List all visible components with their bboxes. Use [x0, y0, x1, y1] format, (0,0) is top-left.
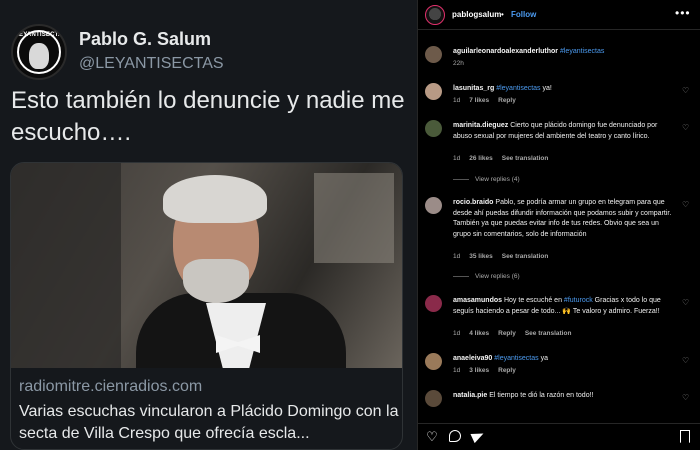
comment-username[interactable]: rocio.braido — [453, 199, 493, 206]
commenter-avatar[interactable] — [425, 197, 442, 214]
comment-time: 1d — [453, 330, 461, 337]
comment-username[interactable]: amasamundos — [453, 297, 502, 304]
commenter-avatar[interactable] — [425, 83, 442, 100]
comment-body: marinita.dieguez Cierto que plácido domi… — [453, 121, 673, 142]
comment-time: 1d — [453, 155, 461, 162]
avatar-face — [29, 43, 49, 69]
tweet-avatar[interactable]: LEYANTISECTAS — [11, 24, 67, 80]
comment-meta: 1d 3 likes Reply — [453, 367, 525, 374]
comment-username[interactable]: marinita.dieguez — [453, 122, 508, 129]
post-header: pablogsalum • Follow ••• — [418, 0, 700, 30]
commenter-avatar[interactable] — [425, 390, 442, 407]
bookmark-icon[interactable] — [678, 430, 692, 444]
comment-username[interactable]: lasunitas_rg — [453, 85, 494, 92]
comment-text: ya! — [542, 85, 552, 92]
commenter-avatar[interactable] — [425, 295, 442, 312]
commenter-avatar[interactable] — [425, 46, 442, 63]
instagram-panel: pablogsalum • Follow ••• aguilarleonardo… — [417, 0, 700, 450]
send-icon[interactable] — [470, 428, 486, 444]
link-card-photo — [11, 163, 402, 368]
comment-meta: 1d 4 likes Reply See translation — [453, 330, 580, 337]
link-card[interactable]: radiomitre.cienradios.com Varias escucha… — [10, 162, 403, 450]
header-avatar[interactable] — [425, 5, 445, 25]
comment-time: 1d — [453, 253, 461, 260]
view-replies-button[interactable]: View replies (4) — [475, 176, 520, 183]
comment-username[interactable]: aguilarleonardoalexanderluthor — [453, 48, 558, 55]
reply-button[interactable]: Reply — [498, 330, 516, 337]
comment-meta: 1d 7 likes Reply — [453, 97, 525, 104]
comment-time: 1d — [453, 97, 461, 104]
see-translation-button[interactable]: See translation — [502, 155, 549, 162]
heart-outline-icon[interactable]: ♡ — [425, 430, 439, 444]
comment-like-heart-icon[interactable]: ♡ — [682, 86, 691, 95]
comment-body: amasamundos Hoy te escuché en #futurock … — [453, 296, 673, 317]
comment-text: El tiempo te dió la razón en todo!! — [489, 392, 594, 399]
reply-button[interactable]: Reply — [498, 367, 516, 374]
comment-likes[interactable]: 26 likes — [469, 155, 493, 162]
comment-likes[interactable]: 7 likes — [469, 97, 489, 104]
commenter-avatar[interactable] — [425, 353, 442, 370]
comment-like-heart-icon[interactable]: ♡ — [682, 298, 691, 307]
comment-text-before: Hoy te escuché en — [503, 297, 562, 304]
comment-body: natalia.pie El tiempo te dió la razón en… — [453, 391, 673, 402]
tweet-handle[interactable]: @LEYANTISECTAS — [79, 55, 224, 73]
see-translation-button[interactable]: See translation — [502, 253, 549, 260]
link-card-domain: radiomitre.cienradios.com — [19, 378, 203, 395]
comment-body: aguilarleonardoalexanderluthor #leyantis… — [453, 47, 673, 58]
comment-body: lasunitas_rg #leyantisectas ya! — [453, 84, 673, 95]
comment-like-heart-icon[interactable]: ♡ — [682, 356, 691, 365]
view-replies-button[interactable]: View replies (6) — [475, 273, 520, 280]
see-translation-button[interactable]: See translation — [525, 330, 572, 337]
more-options-icon[interactable]: ••• — [675, 6, 691, 20]
header-separator: • — [501, 10, 504, 19]
comment-time: 22h — [453, 60, 464, 67]
comment-username[interactable]: anaeleiva90 — [453, 355, 492, 362]
comment-like-heart-icon[interactable]: ♡ — [682, 393, 691, 402]
comment-body: rocio.braido Pablo, se podría armar un g… — [453, 198, 673, 240]
comment-like-heart-icon[interactable]: ♡ — [682, 200, 691, 209]
avatar-logo-text: LEYANTISECTAS — [15, 32, 67, 38]
comment-likes[interactable]: 4 likes — [469, 330, 489, 337]
comment-likes[interactable]: 3 likes — [469, 367, 489, 374]
embedded-tweet: LEYANTISECTAS Pablo G. Salum @LEYANTISEC… — [0, 0, 417, 450]
comment-icon[interactable] — [448, 430, 462, 444]
comment-text: ya — [540, 355, 548, 362]
follow-button[interactable]: Follow — [511, 10, 536, 19]
post-actions-bar: ♡ — [418, 423, 700, 450]
comment-time: 1d — [453, 367, 461, 374]
comment-hashtag[interactable]: #leyantisectas — [496, 85, 540, 92]
comment-meta: 1d 35 likes See translation — [453, 253, 557, 260]
reply-button[interactable]: Reply — [498, 97, 516, 104]
comment-like-heart-icon[interactable]: ♡ — [682, 123, 691, 132]
comment-hashtag[interactable]: #leyantisectas — [494, 355, 538, 362]
comment-username[interactable]: natalia.pie — [453, 392, 487, 399]
comment-body: anaeleiva90 #leyantisectas ya — [453, 354, 673, 365]
comment-likes[interactable]: 35 likes — [469, 253, 493, 260]
tweet-display-name[interactable]: Pablo G. Salum — [79, 29, 211, 50]
header-username[interactable]: pablogsalum — [452, 10, 501, 19]
comment-meta: 1d 26 likes See translation — [453, 155, 557, 162]
commenter-avatar[interactable] — [425, 120, 442, 137]
link-card-headline: Varias escuchas vincularon a Plácido Dom… — [19, 403, 399, 442]
comment-hashtag[interactable]: #leyantisectas — [560, 48, 604, 55]
comment-hashtag[interactable]: #futurock — [564, 297, 593, 304]
comment-meta: 22h — [453, 60, 473, 67]
tweet-text: Esto también lo denuncie y nadie me escu… — [11, 87, 405, 146]
